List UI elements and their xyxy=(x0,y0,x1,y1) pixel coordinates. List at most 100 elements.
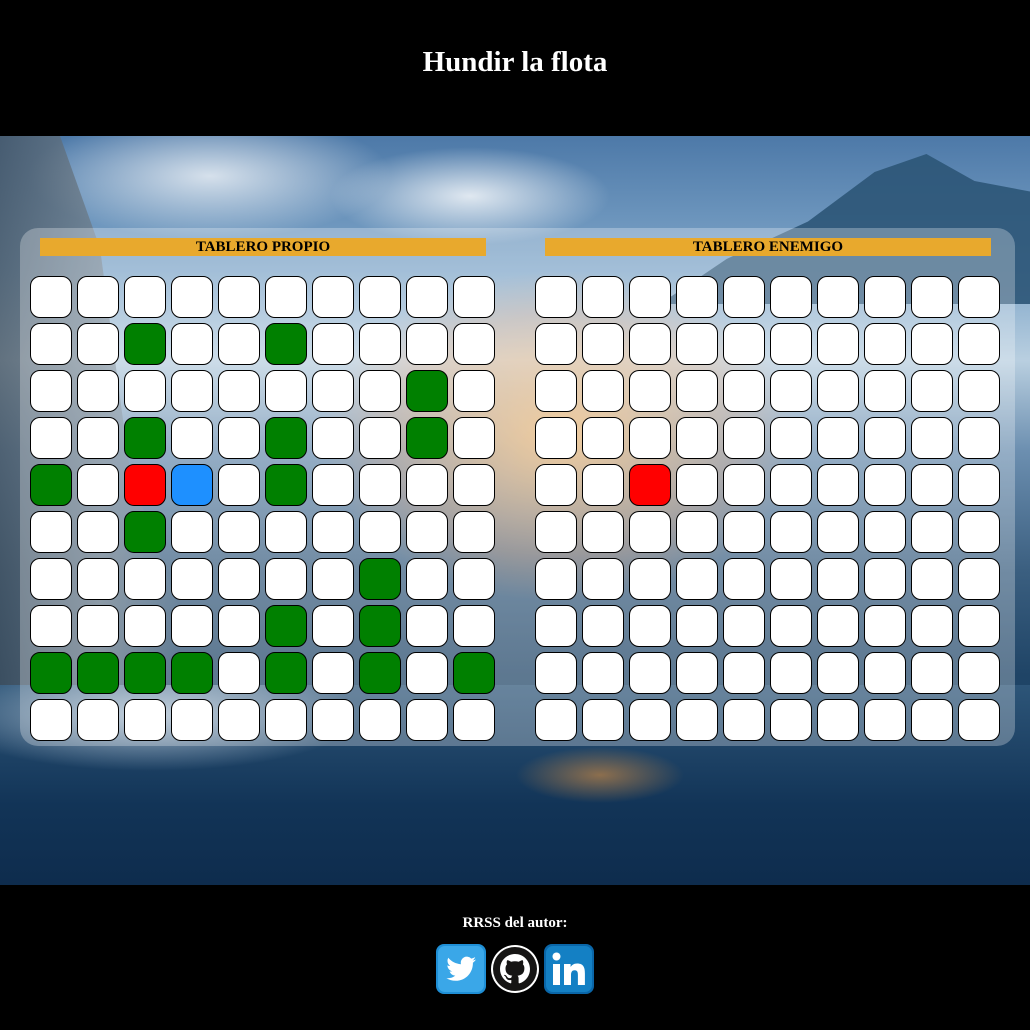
own-board-cell-empty[interactable] xyxy=(406,276,448,318)
own-board-cell-empty[interactable] xyxy=(453,370,495,412)
enemy-board-cell-empty[interactable] xyxy=(911,511,953,553)
own-board-cell-empty[interactable] xyxy=(312,417,354,459)
own-board-cell-empty[interactable] xyxy=(453,323,495,365)
own-board-cell-empty[interactable] xyxy=(77,323,119,365)
enemy-board-cell-empty[interactable] xyxy=(723,276,765,318)
own-board-cell-ship[interactable] xyxy=(124,511,166,553)
enemy-board-cell-empty[interactable] xyxy=(958,558,1000,600)
enemy-board-cell-empty[interactable] xyxy=(958,276,1000,318)
own-board-cell-empty[interactable] xyxy=(312,558,354,600)
enemy-board-cell-empty[interactable] xyxy=(676,511,718,553)
own-board-cell-empty[interactable] xyxy=(359,276,401,318)
own-board-cell-ship[interactable] xyxy=(30,464,72,506)
enemy-board-cell-empty[interactable] xyxy=(676,652,718,694)
own-board-cell-hit[interactable] xyxy=(124,464,166,506)
enemy-board-cell-empty[interactable] xyxy=(535,323,577,365)
own-board-cell-empty[interactable] xyxy=(171,605,213,647)
enemy-board-cell-empty[interactable] xyxy=(535,699,577,741)
own-board-cell-empty[interactable] xyxy=(359,511,401,553)
own-board-cell-empty[interactable] xyxy=(171,323,213,365)
enemy-board-cell-empty[interactable] xyxy=(629,699,671,741)
enemy-board-cell-empty[interactable] xyxy=(911,605,953,647)
own-board-cell-ship[interactable] xyxy=(77,652,119,694)
enemy-board-cell-empty[interactable] xyxy=(864,323,906,365)
own-board-cell-ship[interactable] xyxy=(265,417,307,459)
enemy-board-cell-empty[interactable] xyxy=(535,464,577,506)
enemy-board-cell-empty[interactable] xyxy=(582,276,624,318)
own-board-cell-empty[interactable] xyxy=(312,699,354,741)
own-board-cell-empty[interactable] xyxy=(30,370,72,412)
enemy-board-cell-empty[interactable] xyxy=(676,323,718,365)
enemy-board-cell-empty[interactable] xyxy=(911,417,953,459)
own-board-cell-empty[interactable] xyxy=(453,276,495,318)
own-board-cell-empty[interactable] xyxy=(77,511,119,553)
own-board-cell-empty[interactable] xyxy=(77,699,119,741)
own-board-cell-empty[interactable] xyxy=(171,370,213,412)
enemy-board-cell-empty[interactable] xyxy=(770,276,812,318)
own-board-cell-empty[interactable] xyxy=(406,652,448,694)
enemy-board-cell-empty[interactable] xyxy=(723,511,765,553)
enemy-board-cell-empty[interactable] xyxy=(535,652,577,694)
enemy-board-cell-empty[interactable] xyxy=(911,323,953,365)
own-board-cell-empty[interactable] xyxy=(453,558,495,600)
enemy-board-cell-empty[interactable] xyxy=(817,511,859,553)
enemy-board-cell-empty[interactable] xyxy=(911,699,953,741)
enemy-board-cell-empty[interactable] xyxy=(629,558,671,600)
own-board-cell-ship[interactable] xyxy=(124,652,166,694)
own-board-cell-empty[interactable] xyxy=(218,323,260,365)
enemy-board-cell-empty[interactable] xyxy=(958,370,1000,412)
own-board-cell-empty[interactable] xyxy=(359,417,401,459)
own-board-cell-empty[interactable] xyxy=(77,417,119,459)
own-board-cell-empty[interactable] xyxy=(453,699,495,741)
own-board-cell-empty[interactable] xyxy=(218,558,260,600)
enemy-board-cell-empty[interactable] xyxy=(817,323,859,365)
enemy-board-cell-empty[interactable] xyxy=(582,652,624,694)
own-board-cell-empty[interactable] xyxy=(30,511,72,553)
enemy-board-cell-empty[interactable] xyxy=(817,276,859,318)
own-board-cell-empty[interactable] xyxy=(359,370,401,412)
enemy-board-cell-empty[interactable] xyxy=(770,464,812,506)
enemy-board-cell-empty[interactable] xyxy=(911,652,953,694)
own-board-cell-empty[interactable] xyxy=(406,558,448,600)
own-board-cell-empty[interactable] xyxy=(171,699,213,741)
own-board-cell-empty[interactable] xyxy=(406,323,448,365)
own-board-cell-ship[interactable] xyxy=(124,417,166,459)
own-board-cell-empty[interactable] xyxy=(312,605,354,647)
enemy-board-cell-empty[interactable] xyxy=(629,417,671,459)
own-board-cell-ship[interactable] xyxy=(406,370,448,412)
twitter-link[interactable] xyxy=(436,944,486,994)
own-board-cell-empty[interactable] xyxy=(312,652,354,694)
own-board-cell-empty[interactable] xyxy=(30,323,72,365)
enemy-board-cell-empty[interactable] xyxy=(629,370,671,412)
own-board-cell-empty[interactable] xyxy=(171,417,213,459)
own-board-cell-empty[interactable] xyxy=(30,276,72,318)
linkedin-link[interactable] xyxy=(544,944,594,994)
enemy-board-cell-empty[interactable] xyxy=(629,652,671,694)
enemy-board-cell-empty[interactable] xyxy=(582,699,624,741)
enemy-board-cell-empty[interactable] xyxy=(864,276,906,318)
enemy-board-cell-empty[interactable] xyxy=(676,605,718,647)
enemy-board-cell-empty[interactable] xyxy=(958,699,1000,741)
enemy-board-cell-empty[interactable] xyxy=(629,323,671,365)
own-board-cell-empty[interactable] xyxy=(406,605,448,647)
enemy-board-cell-empty[interactable] xyxy=(770,699,812,741)
own-board-cell-empty[interactable] xyxy=(171,558,213,600)
own-board-cell-empty[interactable] xyxy=(77,464,119,506)
enemy-board-cell-empty[interactable] xyxy=(582,511,624,553)
own-board-cell-ship[interactable] xyxy=(265,323,307,365)
github-link[interactable] xyxy=(490,944,540,994)
enemy-board-cell-empty[interactable] xyxy=(958,605,1000,647)
own-board-cell-empty[interactable] xyxy=(30,417,72,459)
enemy-board-cell-empty[interactable] xyxy=(676,370,718,412)
enemy-board-cell-empty[interactable] xyxy=(911,464,953,506)
own-board-cell-empty[interactable] xyxy=(30,605,72,647)
enemy-board-cell-empty[interactable] xyxy=(535,276,577,318)
own-board-cell-empty[interactable] xyxy=(77,558,119,600)
enemy-board-cell-empty[interactable] xyxy=(817,605,859,647)
enemy-board-cell-empty[interactable] xyxy=(770,370,812,412)
own-board-cell-empty[interactable] xyxy=(265,558,307,600)
enemy-board-cell-empty[interactable] xyxy=(535,511,577,553)
own-board-cell-empty[interactable] xyxy=(218,511,260,553)
own-board-cell-miss[interactable] xyxy=(171,464,213,506)
own-board-cell-empty[interactable] xyxy=(312,370,354,412)
